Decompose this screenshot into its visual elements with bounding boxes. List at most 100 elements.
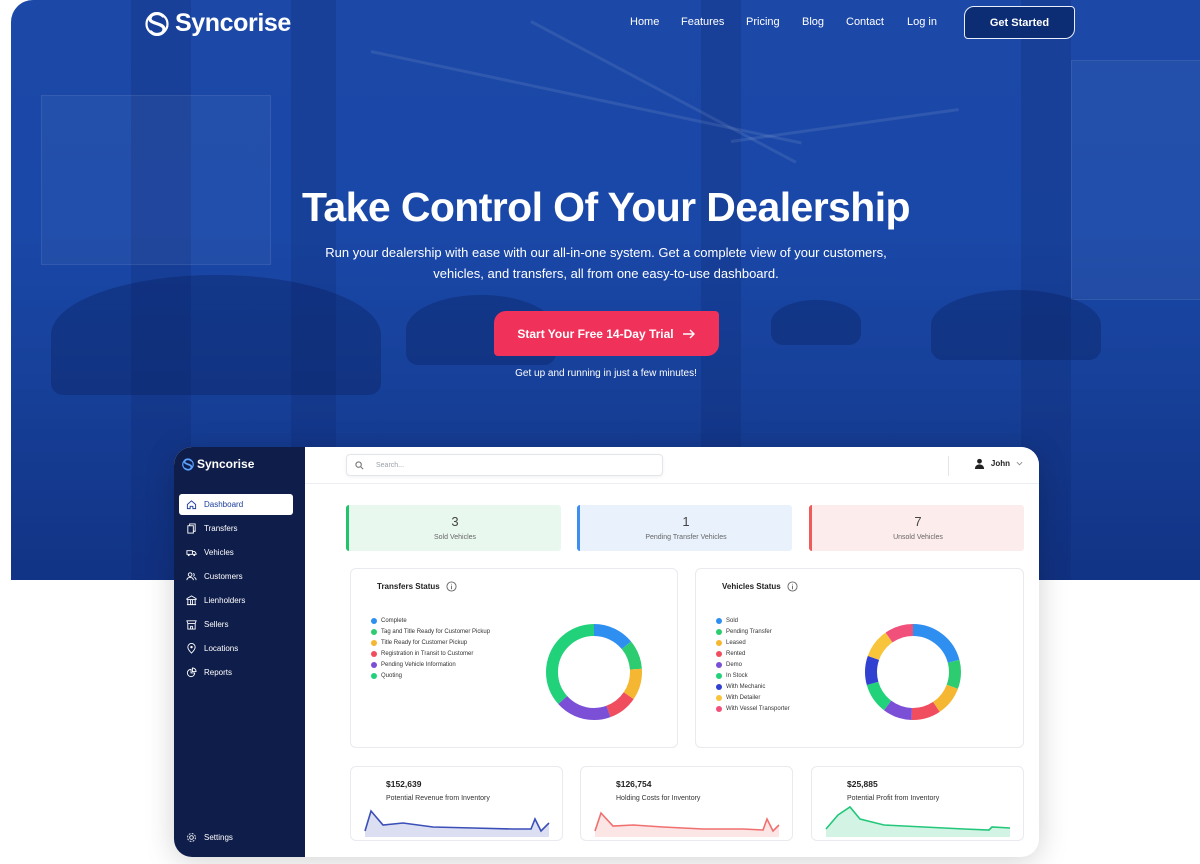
sidebar-item-vehicles[interactable]: Vehicles [179, 542, 293, 563]
sidebar-item-customers[interactable]: Customers [179, 566, 293, 587]
legend-dot [371, 661, 377, 668]
sidebar-item-label: Customers [204, 572, 243, 581]
metric-revenue-card: $152,639 Potential Revenue from Inventor… [350, 766, 563, 841]
arrow-right-icon [682, 329, 695, 338]
legend-dot [716, 628, 722, 635]
sidebar-item-lienholders[interactable]: Lienholders [179, 590, 293, 611]
legend-dot [716, 650, 722, 657]
legend-label: Pending Transfer [726, 628, 772, 635]
sidebar-item-label: Locations [204, 644, 239, 653]
stat-value: 7 [914, 514, 922, 529]
legend-dot [716, 661, 722, 668]
users-icon [186, 572, 197, 581]
building-icon [186, 595, 197, 606]
legend-dot [371, 650, 377, 657]
transfers-status-card: Transfers Status Complete Tag and Title R… [350, 568, 678, 748]
legend-label: In Stock [726, 672, 748, 679]
stat-sold-vehicles: 3 Sold Vehicles [346, 505, 561, 551]
info-icon[interactable] [787, 581, 798, 592]
brand-name: Syncorise [175, 9, 291, 37]
legend-item: Quoting [371, 670, 490, 681]
legend-item: Leased [716, 637, 790, 648]
metric-amount: $25,885 [847, 779, 878, 789]
sidebar-item-reports[interactable]: Reports [179, 662, 293, 683]
metric-profit-card: $25,885 Potential Profit from Inventory [811, 766, 1024, 841]
sidebar-item-sellers[interactable]: Sellers [179, 614, 293, 635]
nav-contact[interactable]: Contact [846, 16, 884, 28]
stat-label: Pending Transfer Vehicles [645, 534, 727, 541]
legend-dot [371, 672, 377, 679]
dashboard-preview: Syncorise Dashboard Transfers Vehicles C… [174, 447, 1039, 857]
transfers-legend: Complete Tag and Title Ready for Customer… [371, 615, 490, 681]
nav-features[interactable]: Features [681, 16, 724, 28]
dashboard-sidebar: Syncorise Dashboard Transfers Vehicles C… [174, 447, 305, 857]
legend-dot [716, 672, 722, 679]
stat-value: 1 [682, 514, 690, 529]
vehicles-donut-chart [865, 624, 961, 720]
legend-item: Demo [716, 659, 790, 670]
sidebar-item-transfers[interactable]: Transfers [179, 518, 293, 539]
sidebar-item-label: Reports [204, 668, 233, 677]
metric-label: Potential Revenue from Inventory [386, 795, 490, 802]
legend-label: Tag and Title Ready for Customer Pickup [381, 628, 491, 635]
get-started-button[interactable]: Get Started [964, 6, 1075, 39]
vehicles-status-title: Vehicles Status [722, 582, 781, 591]
sidebar-item-label: Vehicles [204, 548, 234, 557]
profit-sparkline [825, 805, 1011, 837]
legend-label: With Vessel Transporter [726, 705, 790, 712]
user-menu[interactable]: John [974, 458, 1023, 469]
legend-label: Sold [726, 617, 739, 624]
pie-icon [186, 667, 197, 678]
search-input[interactable]: Search... [346, 454, 663, 476]
free-trial-label: Start Your Free 14-Day Trial [517, 326, 674, 341]
transfers-status-title: Transfers Status [377, 582, 440, 591]
legend-item: With Vessel Transporter [716, 703, 790, 714]
store-icon [186, 620, 197, 630]
vehicles-status-card: Vehicles Status Sold Pending Transfer Leas… [695, 568, 1024, 748]
metric-label: Holding Costs for Inventory [616, 795, 701, 802]
nav-pricing[interactable]: Pricing [746, 16, 780, 28]
free-trial-button[interactable]: Start Your Free 14-Day Trial [494, 311, 719, 356]
legend-item: Title Ready for Customer Pickup [371, 637, 490, 648]
legend-label: Title Ready for Customer Pickup [381, 639, 468, 646]
metric-amount: $126,754 [616, 779, 652, 789]
legend-label: Leased [726, 639, 746, 646]
nav-home[interactable]: Home [630, 16, 659, 28]
metric-label: Potential Profit from Inventory [847, 795, 940, 802]
legend-label: With Detailer [726, 694, 761, 701]
pin-icon [187, 643, 196, 654]
dashboard-logo: Syncorise [182, 457, 254, 471]
dashboard-topbar: Search... John [305, 447, 1039, 484]
copy-icon [187, 523, 196, 534]
stat-unsold-vehicles: 7 Unsold Vehicles [809, 505, 1024, 551]
vehicles-legend: Sold Pending Transfer Leased Rented Demo In S… [716, 615, 790, 714]
chevron-down-icon [1016, 461, 1023, 466]
syncorise-logo-icon [182, 457, 194, 471]
legend-dot [371, 628, 377, 635]
brand-logo[interactable]: Syncorise [145, 9, 291, 38]
legend-dot [716, 639, 722, 646]
home-icon [186, 500, 197, 510]
nav-blog[interactable]: Blog [802, 16, 824, 28]
legend-label: Quoting [381, 672, 403, 679]
legend-item: Rented [716, 648, 790, 659]
legend-label: With Mechanic [726, 683, 766, 690]
legend-item: In Stock [716, 670, 790, 681]
nav-login[interactable]: Log in [907, 16, 937, 28]
hero-subtitle: Run your dealership with ease with our a… [325, 245, 887, 281]
sidebar-item-dashboard[interactable]: Dashboard [179, 494, 293, 515]
legend-dot [371, 639, 377, 646]
sidebar-item-settings[interactable]: Settings [179, 827, 293, 848]
stat-value: 3 [451, 514, 459, 529]
legend-dot [716, 617, 722, 624]
card-title: Vehicles Status [722, 581, 798, 592]
legend-item: Pending Transfer [716, 626, 790, 637]
dashboard-brand: Syncorise [197, 457, 255, 471]
legend-item: Complete [371, 615, 490, 626]
hero-title: Take Control Of Your Dealership [302, 184, 911, 230]
legend-label: Demo [726, 661, 743, 668]
info-icon[interactable] [446, 581, 457, 592]
transfers-donut-chart [546, 624, 642, 720]
user-name: John [990, 459, 1010, 468]
sidebar-item-locations[interactable]: Locations [179, 638, 293, 659]
